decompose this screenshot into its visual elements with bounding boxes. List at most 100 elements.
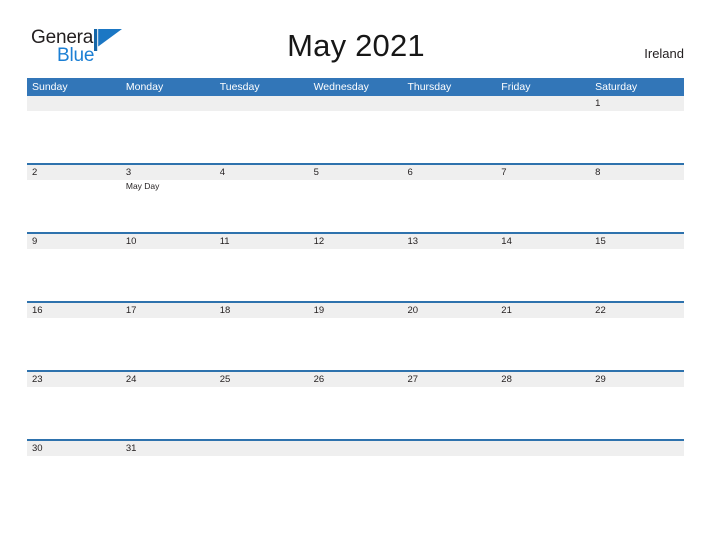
weekday-header-saturday: Saturday xyxy=(595,81,638,93)
day-cell[interactable] xyxy=(590,318,684,370)
day-cell[interactable] xyxy=(402,249,496,301)
calendar-page: General Blue May 2021 Ireland Sunday Mon… xyxy=(0,0,712,550)
day-number[interactable]: 28 xyxy=(496,372,590,387)
day-cell[interactable] xyxy=(215,456,309,508)
week-date-strip: 1 xyxy=(27,96,684,111)
day-cell[interactable] xyxy=(590,180,684,232)
day-number[interactable]: 21 xyxy=(496,303,590,318)
weekday-header-friday: Friday xyxy=(501,81,531,93)
calendar-week-row: 23 24 25 26 27 28 29 xyxy=(27,370,684,439)
day-number[interactable]: 9 xyxy=(27,234,121,249)
day-cell[interactable] xyxy=(496,180,590,232)
day-number[interactable]: 22 xyxy=(590,303,684,318)
day-number[interactable]: 20 xyxy=(402,303,496,318)
day-number[interactable]: 10 xyxy=(121,234,215,249)
day-number[interactable]: 23 xyxy=(27,372,121,387)
weekday-header-thursday: Thursday xyxy=(407,81,452,93)
day-cell[interactable] xyxy=(496,456,590,508)
day-number-empty xyxy=(309,441,403,456)
day-number[interactable]: 16 xyxy=(27,303,121,318)
day-cell[interactable] xyxy=(496,318,590,370)
day-cell[interactable] xyxy=(309,180,403,232)
day-number[interactable]: 5 xyxy=(309,165,403,180)
day-cell[interactable] xyxy=(215,249,309,301)
day-cell[interactable] xyxy=(27,387,121,439)
day-number[interactable]: 4 xyxy=(215,165,309,180)
week-event-area xyxy=(27,318,684,370)
day-cell[interactable] xyxy=(402,318,496,370)
day-cell[interactable] xyxy=(309,111,403,163)
day-cell[interactable] xyxy=(309,456,403,508)
day-cell[interactable] xyxy=(27,456,121,508)
day-number[interactable]: 18 xyxy=(215,303,309,318)
week-date-strip: 30 31 xyxy=(27,441,684,456)
day-cell[interactable] xyxy=(402,180,496,232)
day-number[interactable]: 17 xyxy=(121,303,215,318)
day-cell[interactable]: May Day xyxy=(121,180,215,232)
week-date-strip: 2345678 xyxy=(27,165,684,180)
calendar-week-row: 9 10 11 12 13 14 15 xyxy=(27,232,684,301)
day-cell[interactable] xyxy=(215,318,309,370)
weekday-header-sunday: Sunday xyxy=(32,81,68,93)
day-number[interactable]: 29 xyxy=(590,372,684,387)
day-cell[interactable] xyxy=(27,318,121,370)
day-cell[interactable] xyxy=(121,318,215,370)
day-cell[interactable] xyxy=(27,111,121,163)
day-cell[interactable] xyxy=(590,387,684,439)
day-cell[interactable] xyxy=(309,249,403,301)
day-cell[interactable] xyxy=(215,387,309,439)
day-number[interactable]: 13 xyxy=(402,234,496,249)
day-cell[interactable] xyxy=(215,111,309,163)
day-cell[interactable] xyxy=(590,111,684,163)
day-number[interactable]: 27 xyxy=(402,372,496,387)
day-number[interactable]: 19 xyxy=(309,303,403,318)
day-number-empty xyxy=(309,96,403,111)
day-cell[interactable] xyxy=(402,456,496,508)
week-event-area: May Day xyxy=(27,180,684,232)
day-cell[interactable] xyxy=(121,111,215,163)
day-cell[interactable] xyxy=(402,387,496,439)
day-number[interactable]: 8 xyxy=(590,165,684,180)
day-number-empty xyxy=(27,96,121,111)
day-cell[interactable] xyxy=(121,249,215,301)
weekday-header-wednesday: Wednesday xyxy=(313,81,369,93)
day-number[interactable]: 31 xyxy=(121,441,215,456)
week-event-area xyxy=(27,111,684,163)
day-cell[interactable] xyxy=(496,249,590,301)
calendar-week-row: 16 17 18 19 20 21 22 xyxy=(27,301,684,370)
day-number[interactable]: 1 xyxy=(590,96,684,111)
page-header: General Blue May 2021 Ireland xyxy=(0,0,712,76)
day-cell[interactable] xyxy=(309,387,403,439)
day-number[interactable]: 6 xyxy=(402,165,496,180)
day-number[interactable]: 25 xyxy=(215,372,309,387)
day-cell[interactable] xyxy=(27,249,121,301)
day-cell[interactable] xyxy=(496,387,590,439)
week-date-strip: 9 10 11 12 13 14 15 xyxy=(27,234,684,249)
day-number[interactable]: 2 xyxy=(27,165,121,180)
day-number[interactable]: 14 xyxy=(496,234,590,249)
day-number[interactable]: 11 xyxy=(215,234,309,249)
page-title: May 2021 xyxy=(287,28,425,63)
day-number[interactable]: 26 xyxy=(309,372,403,387)
day-number[interactable]: 15 xyxy=(590,234,684,249)
calendar-week-row: 1 xyxy=(27,96,684,163)
day-number[interactable]: 3 xyxy=(121,165,215,180)
weekday-header-row: Sunday Monday Tuesday Wednesday Thursday… xyxy=(27,78,684,96)
day-cell[interactable] xyxy=(121,387,215,439)
day-cell[interactable] xyxy=(121,456,215,508)
day-cell[interactable] xyxy=(27,180,121,232)
calendar-week-row: 2 3 4 5 6 7 8 May Day xyxy=(27,163,684,232)
day-cell[interactable] xyxy=(590,456,684,508)
day-number[interactable]: 12 xyxy=(309,234,403,249)
calendar-weeks: 1 2 3 4 5 6 7 8 May Day 9 10 11 12 13 14 15 16 17 18 19 20 21… xyxy=(27,96,684,508)
day-cell[interactable] xyxy=(402,111,496,163)
day-cell[interactable] xyxy=(496,111,590,163)
weekday-header-monday: Monday xyxy=(125,81,164,93)
day-cell[interactable] xyxy=(215,180,309,232)
day-number[interactable]: 7 xyxy=(496,165,590,180)
week-event-area xyxy=(27,249,684,301)
day-cell[interactable] xyxy=(309,318,403,370)
day-number[interactable]: 30 xyxy=(27,441,121,456)
day-number[interactable]: 24 xyxy=(121,372,215,387)
day-cell[interactable] xyxy=(590,249,684,301)
